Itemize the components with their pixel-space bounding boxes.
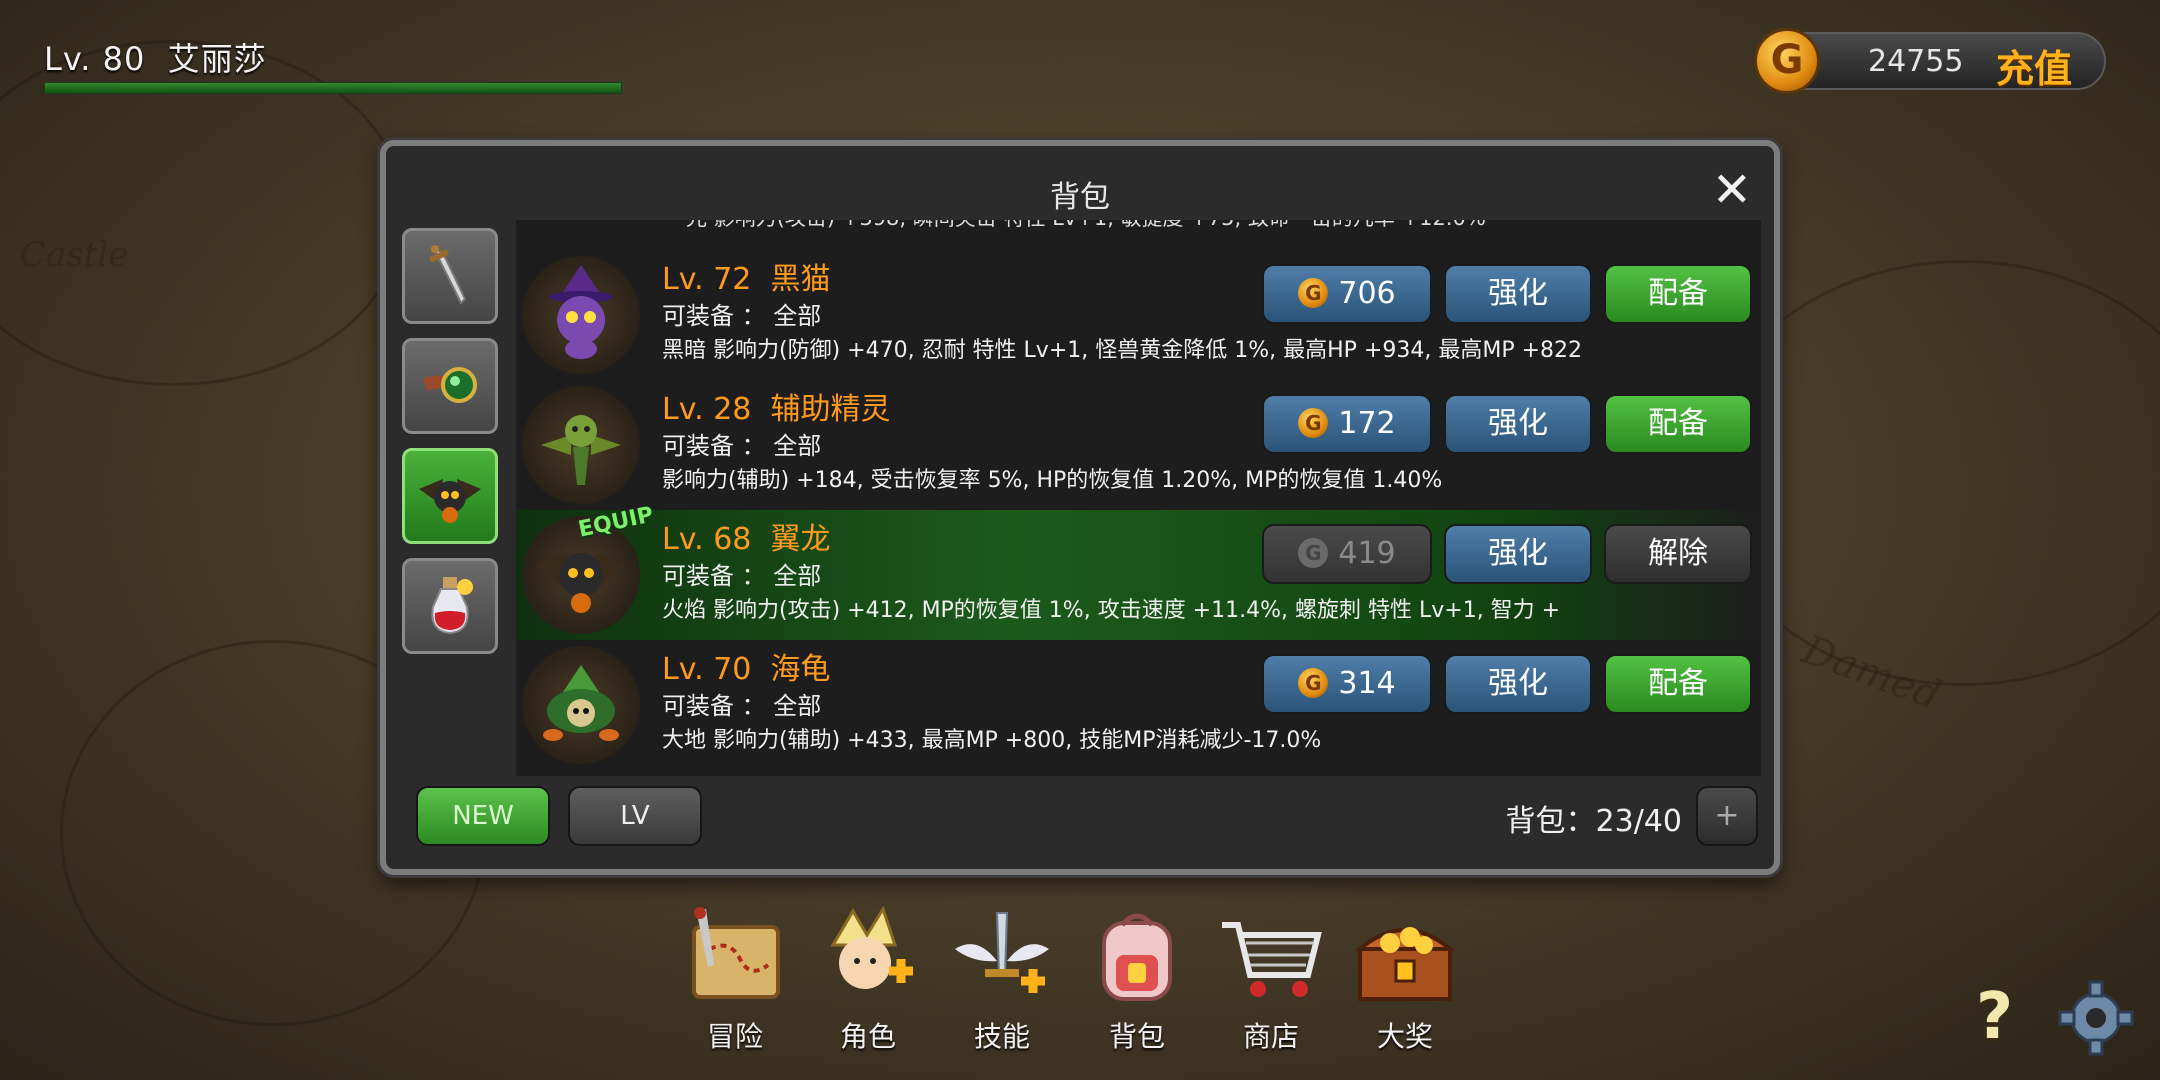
panel-footer: NEW LV 背包：23/40 + (386, 786, 1774, 866)
item-equipable: 可装备 ： 全部 (662, 302, 822, 330)
gold-coin-icon: G (1298, 277, 1329, 308)
backpack-icon (1102, 913, 1172, 1001)
item-title: Lv. 70 海龟 (662, 644, 830, 688)
sort-level-button[interactable]: LV (568, 786, 702, 846)
character-plus-icon (830, 905, 913, 989)
cost-value: 419 (1338, 536, 1396, 571)
player-level: Lv. 80 (44, 40, 146, 78)
pet-portrait (522, 256, 640, 374)
nav-skills[interactable]: 技能 (937, 905, 1067, 1070)
item-level: Lv. 72 (662, 262, 752, 297)
item-equipable: 可装备 ： 全部 (662, 562, 822, 590)
nav-bag[interactable]: 背包 (1072, 905, 1202, 1070)
amulet-icon (423, 367, 477, 403)
item-name: 黑猫 (770, 262, 831, 297)
nav-character[interactable]: 角色 (803, 905, 933, 1070)
partial-row-desc: 光 影响力(攻击) +398, 瞬间突击 特性 Lv+1, 敏捷度 +75, 致… (686, 220, 1486, 232)
sort-new-button[interactable]: NEW (416, 786, 550, 846)
item-equipable: 可装备 ： 全部 (662, 692, 822, 720)
close-icon[interactable]: ✕ (1712, 166, 1752, 214)
equip-button[interactable]: 配备 (1604, 264, 1752, 324)
upgrade-cost-button[interactable]: G 172 (1262, 394, 1432, 454)
item-title: Lv. 68 翼龙 (662, 514, 830, 558)
sword-icon (429, 245, 467, 305)
item-desc: 影响力(辅助) +184, 受击恢复率 5%, HP的恢复值 1.20%, MP… (662, 468, 1443, 493)
item-desc: 大地 影响力(辅助) +433, 最高MP +800, 技能MP消耗减少-17.… (662, 728, 1322, 753)
pet-portrait (522, 386, 640, 504)
nav-grand-prize[interactable]: 大奖 (1340, 905, 1470, 1070)
tab-consumable[interactable] (402, 558, 498, 654)
nav-label: 大奖 (1376, 1020, 1433, 1053)
list-item-equipped[interactable]: EQUIP Lv. 68 翼龙 可装备 ： 全部 火焰 影响力(攻击) +412… (516, 502, 1761, 640)
tab-accessory[interactable] (402, 338, 498, 434)
cost-value: 706 (1338, 276, 1396, 311)
upgrade-cost-button[interactable]: G 706 (1262, 264, 1432, 324)
nav-label: 背包 (1108, 1020, 1165, 1053)
nav-label: 角色 (839, 1020, 896, 1053)
equip-button[interactable]: 配备 (1604, 654, 1752, 714)
map-scroll-icon (692, 907, 780, 999)
gold-currency-widget: G 24755 充值 (1754, 28, 2106, 94)
unequip-button[interactable]: 解除 (1604, 524, 1752, 584)
map-label-castle: Castle (20, 235, 129, 275)
nav-label: 冒险 (706, 1020, 763, 1053)
winged-sword-plus-icon (955, 912, 1049, 993)
item-name: 海龟 (770, 652, 831, 687)
item-level: Lv. 68 (662, 522, 752, 557)
category-tabs (402, 228, 506, 668)
equip-button[interactable]: 配备 (1604, 394, 1752, 454)
bag-capacity: 背包：23/40 (1505, 804, 1682, 839)
item-name: 翼龙 (770, 522, 831, 557)
sea-turtle-pet-icon (543, 665, 619, 741)
item-equipable: 可装备 ： 全部 (662, 432, 822, 460)
gold-coin-icon: G (1754, 28, 1820, 94)
item-level: Lv. 70 (662, 652, 752, 687)
gold-coin-icon: G (1298, 667, 1329, 698)
list-item[interactable]: Lv. 72 黑猫 可装备 ： 全部 黑暗 影响力(防御) +470, 忍耐 特… (516, 250, 1761, 380)
upgrade-cost-button[interactable]: G 314 (1262, 654, 1432, 714)
pet-list: 光 影响力(攻击) +398, 瞬间突击 特性 Lv+1, 敏捷度 +75, 致… (516, 220, 1761, 776)
enhance-button[interactable]: 强化 (1444, 524, 1592, 584)
list-item[interactable]: Lv. 28 辅助精灵 可装备 ： 全部 影响力(辅助) +184, 受击恢复率… (516, 380, 1761, 510)
item-name: 辅助精灵 (770, 392, 891, 427)
upgrade-cost-button[interactable]: G 419 (1262, 524, 1432, 584)
dragon-pet-icon (419, 479, 481, 523)
player-info: Lv. 80 艾丽莎 (44, 34, 267, 80)
gold-amount: 24755 (1868, 44, 1964, 79)
expand-bag-button[interactable]: + (1696, 786, 1758, 846)
tab-weapon[interactable] (402, 228, 498, 324)
list-item[interactable]: Lv. 70 海龟 可装备 ： 全部 大地 影响力(辅助) +433, 最高MP… (516, 640, 1761, 770)
enhance-button[interactable]: 强化 (1444, 654, 1592, 714)
potion-icon (431, 577, 473, 635)
item-level: Lv. 28 (662, 392, 752, 427)
support-fairy-pet-icon (541, 415, 621, 485)
player-name: 艾丽莎 (167, 40, 267, 78)
inventory-panel: 背包 ✕ Lv. 72 黑猫 可装备 ： 全部 黑暗 影响力(防御) +470,… (380, 140, 1780, 875)
nav-shop[interactable]: 商店 (1206, 905, 1336, 1070)
black-cat-pet-icon (549, 265, 613, 359)
treasure-chest-icon (1354, 927, 1456, 1001)
item-title: Lv. 72 黑猫 (662, 254, 830, 298)
nav-label: 技能 (973, 1020, 1030, 1053)
gear-icon[interactable] (2056, 978, 2136, 1062)
gold-coin-icon: G (1298, 537, 1329, 568)
help-icon[interactable]: ? (1976, 980, 2013, 1054)
recharge-button[interactable]: 充值 (1996, 38, 2072, 93)
nav-label: 商店 (1242, 1020, 1299, 1053)
player-hp-fill (45, 83, 621, 93)
item-desc: 火焰 影响力(攻击) +412, MP的恢复值 1%, 攻击速度 +11.4%,… (662, 598, 1561, 623)
cost-value: 314 (1338, 666, 1396, 701)
nav-adventure[interactable]: 冒险 (670, 905, 800, 1070)
tab-pet[interactable] (402, 448, 498, 544)
pet-portrait (522, 646, 640, 764)
panel-title: 背包 (1050, 180, 1110, 215)
item-desc: 黑暗 影响力(防御) +470, 忍耐 特性 Lv+1, 怪兽黄金降低 1%, … (662, 338, 1583, 363)
player-hp-bar (44, 82, 622, 94)
item-title: Lv. 28 辅助精灵 (662, 384, 890, 428)
cost-value: 172 (1338, 406, 1396, 441)
gold-coin-icon: G (1298, 407, 1329, 438)
shopping-cart-icon (1222, 922, 1322, 997)
enhance-button[interactable]: 强化 (1444, 394, 1592, 454)
enhance-button[interactable]: 强化 (1444, 264, 1592, 324)
